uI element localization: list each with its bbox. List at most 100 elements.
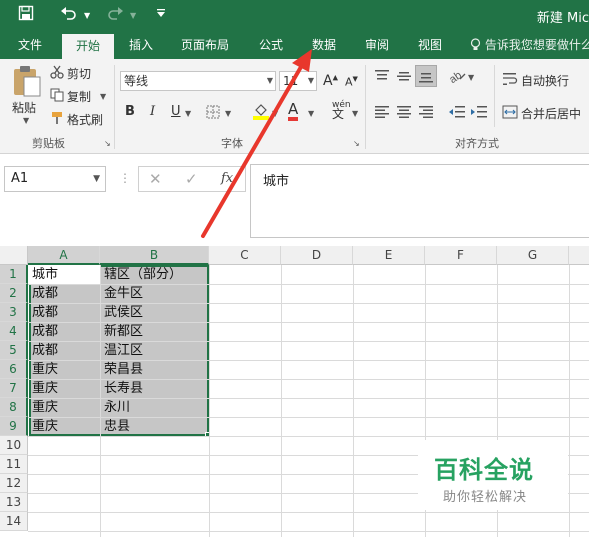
wrap-text-icon[interactable] [502, 72, 518, 89]
tab-home[interactable]: 开始 [62, 34, 114, 59]
cell-a1[interactable]: 城市 [29, 265, 58, 284]
cell-a2[interactable]: 成都 [29, 284, 58, 303]
align-left-icon[interactable] [374, 105, 390, 122]
cell-b9[interactable]: 忠县 [101, 417, 130, 436]
row-header[interactable]: 11 [0, 455, 28, 474]
cut-label[interactable]: 剪切 [67, 65, 91, 82]
column-header-f[interactable]: F [425, 246, 497, 265]
column-header-d[interactable]: D [281, 246, 353, 265]
cell-b5[interactable]: 温江区 [101, 341, 143, 360]
copy-icon[interactable] [50, 88, 64, 105]
tab-view[interactable]: 视图 [407, 32, 453, 59]
enter-icon[interactable]: ✓ [185, 170, 198, 188]
increase-indent-icon[interactable] [470, 105, 488, 122]
align-bottom-icon[interactable] [415, 65, 437, 87]
insert-function-button[interactable]: fx [221, 171, 233, 186]
tab-formulas[interactable]: 公式 [248, 32, 294, 59]
row-header[interactable]: 4 [0, 322, 28, 341]
cell-a7[interactable]: 重庆 [29, 379, 58, 398]
align-top-icon[interactable] [374, 69, 390, 86]
font-name-select[interactable]: 等线 ▼ [120, 71, 276, 91]
font-color-button[interactable]: A [288, 101, 299, 121]
row-header[interactable]: 1 [0, 265, 28, 284]
fill-handle[interactable] [205, 432, 211, 438]
cell-b7[interactable]: 长寿县 [101, 379, 143, 398]
paste-dropdown-icon[interactable]: ▼ [23, 116, 29, 125]
copy-label[interactable]: 复制 [67, 88, 91, 105]
cell-a3[interactable]: 成都 [29, 303, 58, 322]
column-header-a[interactable]: A [28, 246, 100, 265]
cell-b3[interactable]: 武侯区 [101, 303, 143, 322]
cell-a9[interactable]: 重庆 [29, 417, 58, 436]
cell-b4[interactable]: 新都区 [101, 322, 143, 341]
paste-label[interactable]: 粘贴 [12, 99, 36, 116]
align-middle-icon[interactable] [396, 69, 412, 86]
cell-a5[interactable]: 成都 [29, 341, 58, 360]
tab-review[interactable]: 审阅 [354, 32, 400, 59]
tab-data[interactable]: 数据 [301, 32, 347, 59]
align-right-icon[interactable] [418, 105, 434, 122]
fill-color-icon[interactable] [252, 102, 270, 123]
row-header[interactable]: 12 [0, 474, 28, 493]
tab-page-layout[interactable]: 页面布局 [172, 32, 238, 59]
format-painter-icon[interactable] [50, 111, 64, 128]
cell-a6[interactable]: 重庆 [29, 360, 58, 379]
phonetic-dropdown-icon[interactable]: ▼ [352, 109, 358, 118]
border-icon[interactable] [206, 105, 220, 122]
font-size-select[interactable]: 11 ▼ [279, 71, 317, 91]
cell-b2[interactable]: 金牛区 [101, 284, 143, 303]
save-icon[interactable] [18, 5, 34, 25]
decrease-indent-icon[interactable] [448, 105, 466, 122]
clipboard-launcher-icon[interactable]: ↘ [104, 139, 111, 148]
cell-b8[interactable]: 永川 [101, 398, 130, 417]
column-header-b[interactable]: B [100, 246, 209, 265]
formula-input[interactable]: 城市 [250, 164, 589, 238]
select-all-corner[interactable] [0, 246, 28, 265]
undo-dropdown-icon[interactable]: ▼ [84, 11, 90, 20]
font-launcher-icon[interactable]: ↘ [353, 139, 360, 148]
row-header[interactable]: 10 [0, 436, 28, 455]
redo-dropdown-icon[interactable]: ▼ [130, 11, 136, 20]
cut-icon[interactable] [50, 65, 64, 82]
row-header[interactable]: 8 [0, 398, 28, 417]
row-header[interactable]: 2 [0, 284, 28, 303]
column-header-c[interactable]: C [209, 246, 281, 265]
bold-button[interactable]: B [125, 104, 135, 119]
grow-font-button[interactable]: A▲ [323, 73, 338, 89]
customize-icon[interactable] [156, 8, 166, 21]
row-header[interactable]: 14 [0, 512, 28, 531]
column-header-e[interactable]: E [353, 246, 425, 265]
border-dropdown-icon[interactable]: ▼ [225, 109, 231, 118]
column-header-g[interactable]: G [497, 246, 569, 265]
cell-b1[interactable]: 辖区（部分） [101, 265, 182, 284]
orientation-icon[interactable]: ab [447, 67, 466, 86]
paste-icon[interactable] [12, 65, 42, 100]
row-header[interactable]: 13 [0, 493, 28, 512]
row-header[interactable]: 9 [0, 417, 28, 436]
row-header[interactable]: 6 [0, 360, 28, 379]
shrink-font-button[interactable]: A▼ [345, 75, 358, 89]
tab-insert[interactable]: 插入 [118, 32, 164, 59]
undo-icon[interactable] [60, 5, 78, 25]
cell-b6[interactable]: 荣昌县 [101, 360, 143, 379]
cell-a4[interactable]: 成都 [29, 322, 58, 341]
underline-button[interactable]: U [171, 104, 181, 119]
column-header-h[interactable] [569, 246, 589, 265]
merge-center-icon[interactable] [502, 105, 518, 122]
tell-me-box[interactable]: 告诉我您想要做什么 [470, 32, 589, 59]
fill-color-dropdown-icon[interactable]: ▼ [272, 109, 278, 118]
orientation-dropdown-icon[interactable]: ▼ [468, 73, 474, 82]
format-painter-label[interactable]: 格式刷 [67, 111, 103, 128]
merge-center-button[interactable]: 合并后居中 [521, 105, 581, 122]
redo-icon[interactable] [106, 5, 124, 25]
wrap-text-button[interactable]: 自动换行 [521, 72, 569, 89]
font-color-dropdown-icon[interactable]: ▼ [308, 109, 314, 118]
tab-file[interactable]: 文件 [8, 32, 52, 59]
cell-a8[interactable]: 重庆 [29, 398, 58, 417]
copy-dropdown-icon[interactable]: ▼ [100, 92, 106, 101]
name-box[interactable]: A1 ▼ [4, 166, 106, 192]
underline-dropdown-icon[interactable]: ▼ [185, 109, 191, 118]
row-header[interactable]: 3 [0, 303, 28, 322]
row-header[interactable]: 5 [0, 341, 28, 360]
italic-button[interactable]: I [150, 104, 155, 119]
